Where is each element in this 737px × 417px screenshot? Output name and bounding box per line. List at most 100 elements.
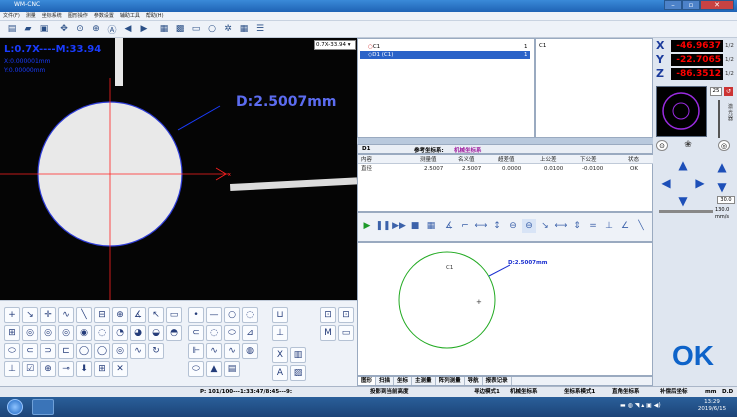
y-half-button[interactable]: 1/2 [725,57,734,63]
slot-5-icon[interactable]: ⊂ [188,325,204,341]
tray-icons[interactable]: ▬ ◍ ◥ ▴ ▣ ◀) [620,402,661,409]
equal-icon[interactable]: = [586,219,600,233]
x-half-button[interactable]: 1/2 [725,43,734,49]
zoom-icon[interactable]: ⊙ [74,23,86,35]
menu-measure[interactable]: 测量 [23,12,39,21]
grid-icon[interactable]: ▩ [174,23,186,35]
angle-2-icon[interactable]: ∠ [618,219,632,233]
curve-icon[interactable]: ∿ [58,307,74,323]
frame-icon[interactable]: ⊡ [320,307,336,323]
gear-icon[interactable]: ✲ [222,23,234,35]
close-button[interactable]: ✕ [700,0,734,10]
corner-icon[interactable]: ⌐ [458,219,472,233]
slope-icon[interactable]: ╲ [634,219,648,233]
download-icon[interactable]: ⬇ [76,361,92,377]
check-icon[interactable]: ☑ [22,361,38,377]
slot-tool-icon[interactable]: ▭ [166,307,182,323]
excel-icon[interactable]: X [272,347,288,363]
chart-tool-icon[interactable]: ▦ [424,219,438,233]
connect-icon[interactable]: ⊸ [58,361,74,377]
start-button[interactable] [7,399,23,415]
arc-3-icon[interactable]: ◒ [148,325,164,341]
z-up-icon[interactable]: ▲ [713,158,731,176]
line-tool-icon[interactable]: ╲ [76,307,92,323]
ring-2-icon[interactable]: ◯ [76,343,92,359]
maximize-button[interactable]: ▫ [682,0,700,10]
graph-view[interactable]: C1 D:2.5007mm + [357,242,653,376]
menu-settings[interactable]: 参数设置 [91,12,117,21]
calc-icon[interactable]: ▦ [238,23,250,35]
cone-icon[interactable]: ▲ [206,361,222,377]
ring-5-icon[interactable]: ◌ [206,325,222,341]
image-icon[interactable]: ▦ [158,23,170,35]
slot-2-icon[interactable]: ⊃ [40,343,56,359]
speed-slider[interactable] [659,210,713,213]
circle-dash-icon[interactable]: ◌ [242,307,258,323]
report-icon[interactable]: A [272,365,288,381]
menu-tools[interactable]: 辅助工具 [117,12,143,21]
table-icon[interactable]: ⊞ [94,361,110,377]
run-icon[interactable]: ▶ [360,219,374,233]
height-icon[interactable]: ⇕ [570,219,584,233]
angle-tool-icon[interactable]: ∡ [130,307,146,323]
tab-main-measure[interactable]: 主测量 [412,377,436,385]
multi-ring-icon[interactable]: ◎ [58,325,74,341]
list-item-selected[interactable]: ◇D1 (C1) 1 [360,51,530,59]
menu-graphics[interactable]: 图形操作 [65,12,91,21]
arc-2-icon[interactable]: ◕ [130,325,146,341]
z-down-icon[interactable]: ▼ [713,178,731,196]
delete-icon[interactable]: ✕ [112,361,128,377]
flower-icon[interactable]: ❀ [682,140,694,151]
new-file-icon[interactable]: ▤ [6,23,18,35]
light-toggle-icon[interactable]: ↺ [724,87,733,96]
tab-scan[interactable]: 扫描 [376,377,395,385]
wave-3-icon[interactable]: ∿ [224,343,240,359]
menu-help[interactable]: 帮助(H) [143,12,167,21]
wave-2-icon[interactable]: ∿ [206,343,222,359]
ring-light-indicator[interactable] [656,86,707,137]
menu-file[interactable]: 文件(F) [0,12,23,21]
tab-coords[interactable]: 坐标 [394,377,413,385]
back-icon[interactable]: ◀ [122,23,134,35]
list-icon[interactable]: ☰ [254,23,266,35]
circle-scan-icon[interactable]: ◌ [94,325,110,341]
move-icon[interactable]: ✥ [58,23,70,35]
jog-up-icon[interactable]: ▲ [674,156,692,174]
rotate-icon[interactable]: ↻ [148,343,164,359]
light-slider[interactable] [718,100,720,138]
monitor-icon[interactable]: ▭ [338,325,354,341]
minimize-button[interactable]: – [664,0,682,10]
light-value[interactable]: 25 [710,87,722,96]
circle-fit-icon[interactable]: ◎ [22,325,38,341]
ellipse-2-icon[interactable]: ⬭ [224,325,240,341]
ring-3-icon[interactable]: ◯ [94,343,110,359]
frame-2-icon[interactable]: ⊡ [338,307,354,323]
box-tool-icon[interactable]: ⊞ [4,325,20,341]
save-icon[interactable]: ▣ [38,23,50,35]
point-tool-icon[interactable]: + [4,307,20,323]
width-icon[interactable]: ⟷ [554,219,568,233]
rect-icon[interactable]: ▭ [190,23,202,35]
wave-icon[interactable]: ∿ [130,343,146,359]
slot-3-icon[interactable]: ⊏ [58,343,74,359]
globe-icon[interactable]: ◍ [242,343,258,359]
anchor-icon[interactable]: ⊥ [272,325,288,341]
taskbar-app-icon[interactable] [32,399,54,415]
ring-icon[interactable]: ◎ [40,325,56,341]
camera-view[interactable]: L:0.7X----M:33.94 X:0.000001mm Y:0.00000… [0,38,357,300]
cross-point-icon[interactable]: ✛ [40,307,56,323]
dim-h-icon[interactable]: ⟷ [474,219,488,233]
lamp-toggle-icon[interactable]: ⊙ [656,140,668,151]
slot-icon[interactable]: ⊂ [22,343,38,359]
arrow-tool-icon[interactable]: ↖ [148,307,164,323]
coax-light-icon[interactable]: ◎ [718,140,730,151]
list-item[interactable]: ○C1 1 [360,43,530,51]
menu-coords[interactable]: 坐标系统 [39,12,65,21]
tab-array[interactable]: 阵列测量 [436,377,465,385]
stop-icon[interactable]: ■ [408,219,422,233]
angle-m-icon[interactable]: ∡ [442,219,456,233]
dash-icon[interactable]: — [206,307,222,323]
lo-icon[interactable]: ⊔ [272,307,288,323]
step-icon[interactable]: ▶▶ [392,219,406,233]
arc-icon[interactable]: ◔ [112,325,128,341]
